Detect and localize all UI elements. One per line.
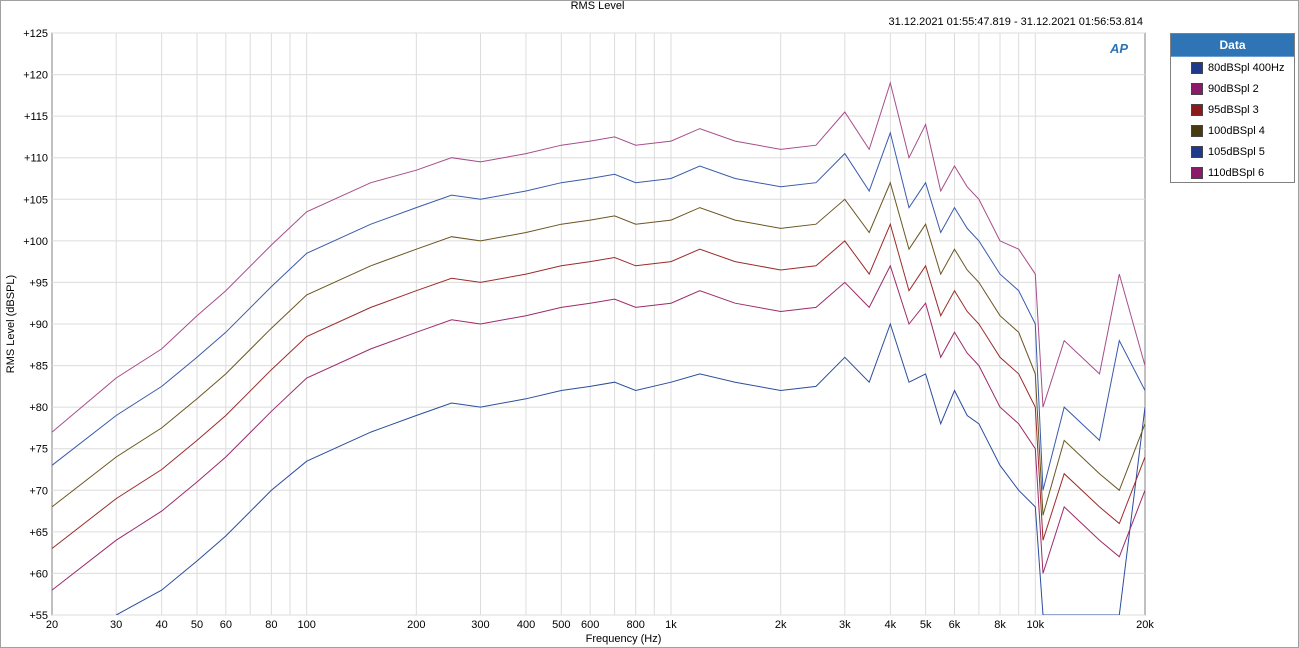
legend-item-6[interactable]: 110dBSpl 6 [1171, 162, 1294, 183]
legend-item-3[interactable]: 95dBSpl 3 [1171, 99, 1294, 120]
x-tick-label: 20k [1136, 619, 1154, 631]
y-tick-label: +115 [24, 111, 48, 123]
legend-item-5[interactable]: 105dBSpl 5 [1171, 141, 1294, 162]
x-tick-label: 60 [220, 619, 232, 631]
x-tick-label: 40 [156, 619, 168, 631]
x-tick-label: 2k [775, 619, 787, 631]
x-tick-label: 10k [1026, 619, 1044, 631]
ap-logo: AP [1110, 41, 1129, 56]
x-tick-label: 80 [265, 619, 277, 631]
y-tick-label: +65 [29, 527, 48, 539]
legend-swatch [1191, 103, 1203, 116]
legend-item-1[interactable]: 80dBSpl 400Hz [1171, 57, 1294, 78]
x-tick-label: 20 [46, 619, 58, 631]
legend-swatch [1191, 61, 1203, 74]
x-tick-label: 300 [471, 619, 489, 631]
x-tick-label: 400 [517, 619, 535, 631]
legend-item-4[interactable]: 100dBSpl 4 [1171, 120, 1294, 141]
y-tick-label: +75 [29, 444, 48, 456]
x-tick-label: 600 [581, 619, 599, 631]
y-axis-label: RMS Level (dBSPL) [5, 275, 17, 373]
legend[interactable]: Data 80dBSpl 400Hz 90dBSpl 2 95dBSpl 3 1… [1170, 33, 1295, 183]
chart-svg: +125 +120 +115 +110 +105 +100 +95 +90 +85 +80 +75 +… [5, 28, 1154, 645]
y-tick-label: +120 [23, 70, 48, 82]
x-tick-label: 8k [994, 619, 1006, 631]
legend-swatch [1191, 145, 1203, 158]
legend-item-2[interactable]: 90dBSpl 2 [1171, 78, 1294, 99]
y-tick-label: +125 [23, 28, 48, 40]
legend-label: 110dBSpl 6 [1208, 166, 1265, 179]
x-tick-label: 1k [665, 619, 677, 631]
x-tick-label: 800 [627, 619, 645, 631]
legend-label: 95dBSpl 3 [1208, 103, 1259, 116]
y-tick-label: +110 [24, 153, 48, 165]
legend-label: 80dBSpl 400Hz [1208, 61, 1285, 74]
x-tick-label: 200 [407, 619, 425, 631]
y-tick-label: +70 [29, 485, 48, 497]
y-tick-label: +95 [29, 277, 48, 289]
legend-swatch [1191, 166, 1203, 179]
legend-label: 90dBSpl 2 [1208, 82, 1259, 95]
legend-label: 100dBSpl 4 [1208, 124, 1265, 137]
x-axis-label: Frequency (Hz) [586, 633, 662, 645]
x-tick-label: 50 [191, 619, 203, 631]
x-tick-label: 3k [839, 619, 851, 631]
x-tick-label: 100 [297, 619, 315, 631]
x-tick-label: 4k [885, 619, 897, 631]
y-tick-label: +105 [23, 194, 48, 206]
y-tick-label: +100 [23, 236, 48, 248]
y-tick-label: +90 [29, 319, 48, 331]
x-tick-label: 30 [110, 619, 122, 631]
y-tick-label: +85 [29, 361, 48, 373]
y-tick-label: +60 [29, 568, 48, 580]
legend-swatch [1191, 82, 1203, 95]
legend-header[interactable]: Data [1171, 34, 1294, 57]
y-tick-label: +80 [29, 402, 48, 414]
x-tick-label: 500 [552, 619, 570, 631]
x-tick-label: 6k [949, 619, 961, 631]
legend-label: 105dBSpl 5 [1208, 145, 1265, 158]
legend-swatch [1191, 124, 1203, 137]
x-tick-label: 5k [920, 619, 932, 631]
